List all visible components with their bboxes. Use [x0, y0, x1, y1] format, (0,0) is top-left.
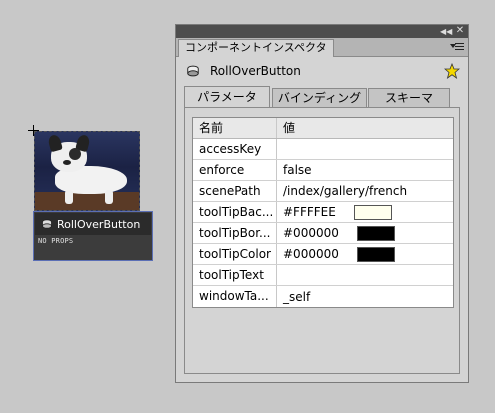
component-icon — [41, 218, 53, 230]
param-name: toolTipBac... — [193, 202, 277, 222]
param-name: windowTa... — [193, 286, 277, 307]
panel-titlebar[interactable]: ◀◀ ✕ — [176, 25, 468, 38]
panel-tab-component-inspector[interactable]: コンポーネントインスペクタ — [178, 39, 334, 57]
param-value[interactable]: _self — [277, 286, 453, 307]
param-name: accessKey — [193, 139, 277, 159]
param-value[interactable]: false — [277, 160, 453, 180]
menu-icon[interactable] — [450, 41, 464, 53]
header-name[interactable]: 名前 — [193, 118, 277, 138]
param-value[interactable]: /index/gallery/french — [277, 181, 453, 201]
param-value[interactable] — [277, 265, 453, 285]
parameters-grid: 名前 値 accessKey enforce false scenePath /… — [192, 117, 454, 308]
component-instance[interactable]: RollOverButton NO PROPS — [33, 211, 153, 261]
table-row[interactable]: accessKey — [193, 139, 453, 160]
panel-tab-strip: コンポーネントインスペクタ — [176, 38, 468, 57]
component-inspector-panel: ◀◀ ✕ コンポーネントインスペクタ RollOverButton パラメータ … — [175, 24, 469, 383]
close-icon[interactable]: ✕ — [455, 26, 465, 36]
param-name: toolTipBor... — [193, 223, 277, 243]
table-row[interactable]: enforce false — [193, 160, 453, 181]
table-row[interactable]: scenePath /index/gallery/french — [193, 181, 453, 202]
tab-schema[interactable]: スキーマ — [368, 88, 450, 108]
color-swatch[interactable] — [356, 225, 395, 241]
color-swatch[interactable] — [353, 204, 392, 220]
table-row[interactable]: toolTipColor #000000 — [193, 244, 453, 265]
table-row[interactable]: toolTipBac... #FFFFEE — [193, 202, 453, 223]
grid-header: 名前 値 — [193, 118, 453, 139]
inspector-tabs: パラメータ バインディング スキーマ — [184, 86, 460, 108]
param-value[interactable]: #000000 — [277, 223, 453, 243]
param-value[interactable]: #FFFFEE — [277, 202, 453, 222]
component-title: RollOverButton — [210, 64, 301, 78]
double-chevron-icon[interactable]: ◀◀ — [440, 27, 452, 36]
tab-parameters[interactable]: パラメータ — [184, 86, 270, 108]
table-row[interactable]: windowTa... _self — [193, 286, 453, 307]
star-icon[interactable] — [443, 62, 461, 79]
component-icon — [186, 64, 200, 78]
table-row[interactable]: toolTipBor... #000000 — [193, 223, 453, 244]
param-name: enforce — [193, 160, 277, 180]
component-name-label: RollOverButton — [57, 217, 141, 231]
component-preview-image[interactable] — [34, 131, 140, 211]
component-header: RollOverButton — [176, 59, 468, 83]
header-value[interactable]: 値 — [277, 118, 453, 138]
color-swatch[interactable] — [356, 246, 395, 262]
parameters-content: 名前 値 accessKey enforce false scenePath /… — [184, 107, 460, 374]
param-value[interactable]: #000000 — [277, 244, 453, 264]
component-name-row: RollOverButton — [35, 213, 151, 235]
table-row[interactable]: toolTipText — [193, 265, 453, 286]
param-value[interactable] — [277, 139, 453, 159]
tab-bindings[interactable]: バインディング — [272, 88, 367, 108]
param-name: scenePath — [193, 181, 277, 201]
param-name: toolTipText — [193, 265, 277, 285]
param-name: toolTipColor — [193, 244, 277, 264]
component-props-label: NO PROPS — [38, 237, 74, 245]
